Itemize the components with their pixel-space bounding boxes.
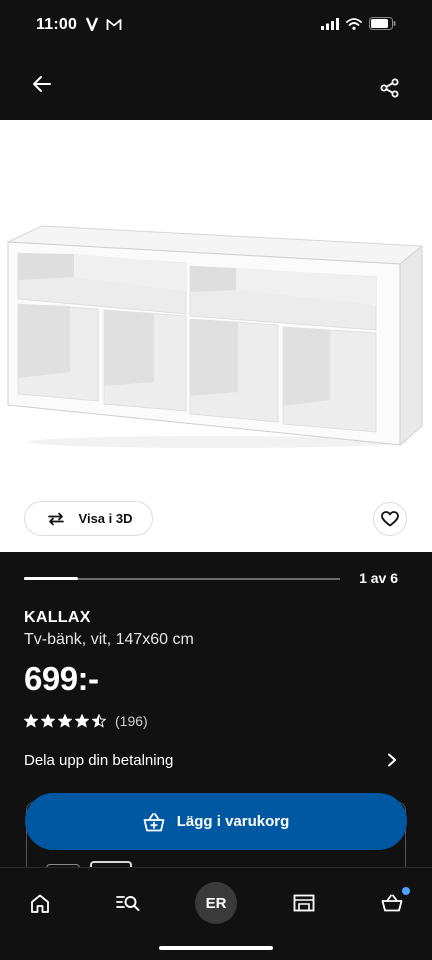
search-list-icon [116,896,140,911]
share-button[interactable] [374,72,406,104]
nav-search[interactable] [106,886,150,920]
bottom-navigation: ER [0,867,432,960]
image-carousel-indicator: 1 av 6 [24,570,408,590]
app-header [0,52,432,120]
product-image-area[interactable]: Visa i 3D [0,120,432,552]
home-icon [31,894,49,913]
star-icon [58,714,72,728]
carousel-progress [24,577,78,580]
status-bar: 11:00 [0,0,432,52]
status-time: 11:00 [36,16,78,33]
star-icon [92,714,106,728]
arrow-left-icon [33,76,51,92]
chevron-right-icon [382,750,402,770]
star-icon [24,714,38,728]
battery-icon [369,17,396,30]
v-logo-icon [86,17,98,31]
product-description: Tv-bänk, vit, 147x60 cm [24,631,194,648]
nav-profile-avatar[interactable]: ER [195,882,237,924]
rating-count: (196) [115,713,148,729]
tv-bench-image [7,225,424,448]
heart-outline-icon [381,511,399,527]
nav-stores[interactable] [282,886,326,920]
rating-stars [24,714,106,728]
gmail-icon [106,18,122,30]
star-icon [41,714,55,728]
star-icon [75,714,89,728]
nav-home[interactable] [18,886,62,920]
basket-icon [381,894,403,912]
add-to-cart-button[interactable]: Lägg i varukorg [25,793,407,850]
cellular-signal-icon [321,17,339,30]
store-icon [293,894,315,912]
share-icon [380,78,399,98]
cart-badge [402,887,410,895]
view-3d-button[interactable]: Visa i 3D [24,501,153,536]
wifi-icon [346,17,362,30]
view-3d-label: Visa i 3D [78,511,133,526]
installment-label: Dela upp din betalning [24,752,174,769]
avatar-initials: ER [205,894,227,912]
rotate-3d-icon [47,512,64,525]
favorite-button[interactable] [373,502,407,536]
basket-add-icon [143,812,165,831]
status-system-icons [321,17,396,30]
nav-cart[interactable] [370,886,414,920]
product-price: 699:- [24,660,99,697]
status-app-icons [86,17,122,31]
add-to-cart-label: Lägg i varukorg [176,813,290,830]
rating[interactable]: (196) [24,713,148,729]
back-button[interactable] [26,68,58,100]
home-indicator [159,946,273,950]
product-name: KALLAX [24,609,91,626]
installment-row[interactable]: Dela upp din betalning [24,748,408,774]
carousel-counter: 1 av 6 [359,570,398,586]
